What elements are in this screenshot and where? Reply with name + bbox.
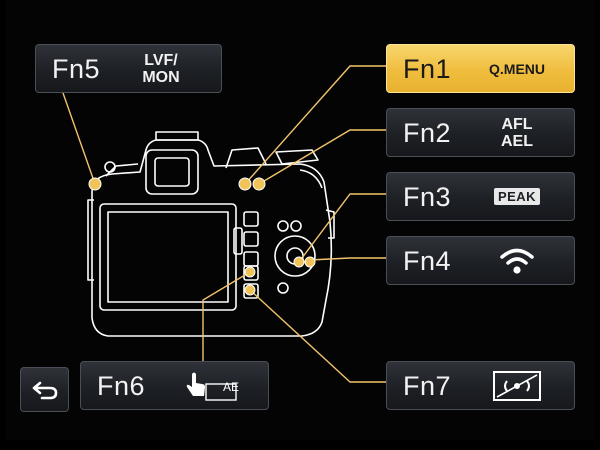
fn7-button[interactable]: Fn7: [386, 361, 575, 410]
fn5-label: Fn5: [52, 54, 101, 84]
fn6-label: Fn6: [97, 371, 146, 401]
menu-button: [277, 282, 289, 294]
control-dial: [274, 235, 316, 277]
hot-shoe: [155, 131, 199, 141]
fn1-dot: [238, 177, 252, 191]
power-switch: [104, 161, 116, 173]
touch-ae-function: AE: [166, 362, 256, 409]
fn4-button[interactable]: Fn4: [386, 236, 575, 285]
eyepiece: [154, 157, 190, 187]
fn4-label: Fn4: [403, 246, 452, 276]
leader-fn4: [309, 257, 387, 261]
level-gauge-function: [472, 362, 562, 409]
fn1-label: Fn1: [403, 54, 452, 84]
lcd-screen: [107, 211, 229, 303]
fn4-dot: [304, 256, 316, 268]
fn2-dot: [252, 177, 266, 191]
qmenu-function: Q.MENU: [472, 45, 562, 92]
eyecup: [145, 149, 199, 195]
display-button: [290, 220, 302, 232]
ae-text: AE: [223, 380, 240, 394]
lcd-frame: [99, 203, 237, 311]
fn2-button[interactable]: Fn2 AFL AEL: [386, 108, 575, 157]
fn2-label: Fn2: [403, 118, 452, 148]
back-button-3: [243, 251, 259, 267]
back-button-1: [243, 211, 259, 227]
leader-fn3: [298, 193, 387, 263]
camera-body-outline: [91, 139, 333, 337]
fn7-label: Fn7: [403, 371, 452, 401]
fn7-dot: [244, 284, 256, 296]
fn6-button[interactable]: Fn6 AE: [80, 361, 269, 410]
fn6-dot: [244, 266, 256, 278]
afl-text: AFL: [501, 115, 533, 133]
leader-fn5: [62, 92, 96, 185]
fn1-button[interactable]: Fn1 Q.MENU: [386, 44, 575, 93]
lvf-text: LVF/: [144, 51, 178, 69]
mon-text: MON: [142, 68, 180, 86]
leader-fn1: [244, 65, 387, 185]
return-arrow-icon: [32, 381, 57, 399]
back-button-2: [243, 231, 259, 247]
fn5-button[interactable]: Fn5 LVF/ MON: [35, 44, 222, 93]
left-strap-lug: [87, 199, 94, 281]
peak-icon: PEAK: [493, 188, 541, 205]
ael-text: AEL: [501, 132, 533, 150]
lvf-mon-function: LVF/ MON: [121, 45, 201, 92]
afl-ael-function: AFL AEL: [472, 109, 562, 156]
fn3-dot: [293, 256, 305, 268]
level-gauge-icon: [493, 370, 541, 401]
peak-function: PEAK: [472, 173, 562, 220]
back-button[interactable]: [20, 367, 69, 412]
wifi-function: [472, 237, 562, 284]
fn3-button[interactable]: Fn3 PEAK: [386, 172, 575, 221]
playback-button: [277, 220, 289, 232]
wifi-icon: [500, 248, 534, 274]
fn5-dot: [88, 177, 102, 191]
qmenu-text: Q.MENU: [489, 60, 545, 77]
leader-fn6: [202, 271, 251, 361]
fn3-label: Fn3: [403, 182, 452, 212]
